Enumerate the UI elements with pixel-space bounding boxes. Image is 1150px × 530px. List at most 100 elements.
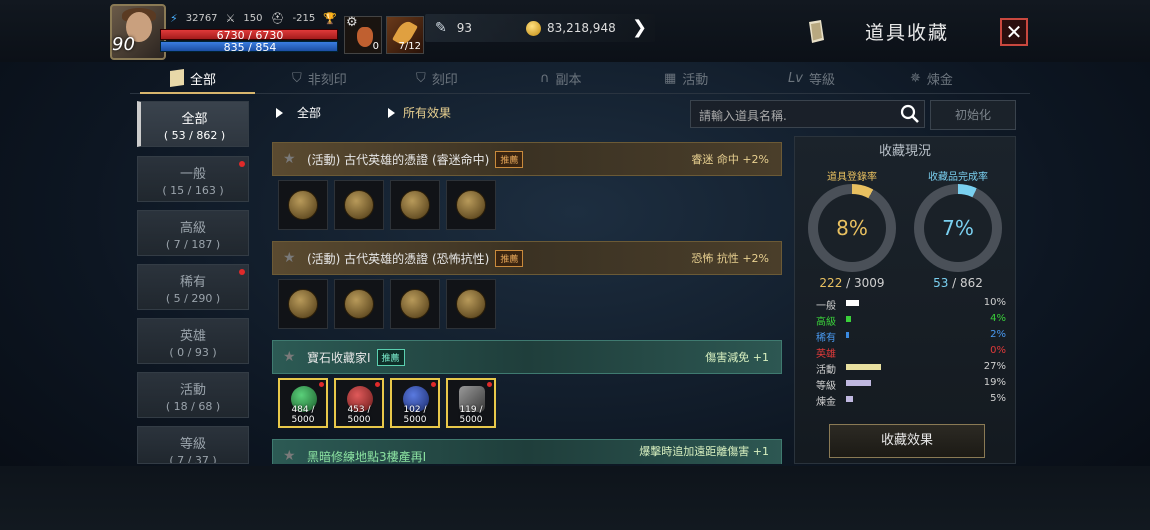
potion-slot[interactable]: ⚙ 0: [344, 15, 382, 54]
item-slot[interactable]: 484 / 5000: [278, 378, 328, 428]
coin-icon: [400, 190, 430, 220]
item-slot[interactable]: [446, 279, 496, 329]
shield-icon: ⛉: [292, 70, 302, 86]
collection-name: 黑暗修練地點3樓產再I: [307, 449, 427, 464]
play-icon: [276, 107, 283, 118]
item-slot[interactable]: [390, 279, 440, 329]
tab-event[interactable]: ▦ 活動: [664, 62, 708, 94]
tab-label: 等級: [808, 72, 835, 88]
item-slot[interactable]: [278, 180, 328, 230]
category-rare[interactable]: 稀有 ( 5 / 290 ): [137, 264, 249, 310]
reset-button[interactable]: 初始化: [930, 100, 1016, 130]
category-level[interactable]: 等級 ( 7 / 37 ): [137, 426, 249, 464]
notification-dot: [375, 382, 380, 387]
item-slot[interactable]: 102 / 5000: [390, 378, 440, 428]
collection-list[interactable]: ★ (活動) 古代英雄的憑證 (睿迷命中) 推薦 睿迷 命中 +2% ★ (活動…: [266, 136, 786, 464]
collection-effect: 爆擊時追加遠距離傷害 +1: [639, 445, 769, 458]
collection-row-header[interactable]: ★ (活動) 古代英雄的憑證 (睿迷命中) 推薦 睿迷 命中 +2%: [272, 142, 782, 176]
tab-all[interactable]: 全部: [170, 62, 216, 94]
category-name: 一般: [179, 167, 206, 182]
notification-dot: [239, 161, 245, 167]
grade-name: 一般: [816, 301, 836, 312]
item-slot[interactable]: [334, 180, 384, 230]
grade-name: 稀有: [816, 333, 836, 344]
collection-row-header[interactable]: ★ 黑暗修練地點3樓產再I 爆擊時追加遠距離傷害 +1: [272, 439, 782, 464]
category-hero[interactable]: 英雄 ( 0 / 93 ): [137, 318, 249, 364]
star-icon[interactable]: ★: [283, 250, 299, 266]
search-input[interactable]: 請輸入道具名稱.: [690, 100, 925, 128]
coin-icon: [456, 289, 486, 319]
category-name: 稀有: [179, 275, 206, 290]
registration-rate-label: 道具登錄率: [827, 172, 877, 183]
tab-non-engraved[interactable]: ⛉ 非刻印: [292, 62, 347, 94]
notification-dot: [487, 382, 492, 387]
completion-count: 53: [933, 276, 949, 290]
category-event[interactable]: 活動 ( 18 / 68 ): [137, 372, 249, 418]
coin-icon: [288, 190, 318, 220]
coin-icon: [344, 190, 374, 220]
collection-row-header[interactable]: ★ (活動) 古代英雄的憑證 (恐怖抗性) 推薦 恐怖 抗性 +2%: [272, 241, 782, 275]
bottom-bar: [0, 466, 1150, 530]
item-count: 119 / 5000: [459, 405, 483, 425]
grade-bar: [846, 316, 852, 322]
category-all[interactable]: 全部 ( 53 / 862 ): [137, 101, 249, 147]
gear-icon: ⚙: [346, 15, 358, 30]
item-count: 453 / 5000: [347, 405, 371, 425]
search-icon[interactable]: [900, 104, 920, 124]
tab-label: 全部: [190, 72, 217, 88]
category-normal[interactable]: 一般 ( 15 / 163 ): [137, 156, 249, 202]
item-slot[interactable]: 119 / 5000: [446, 378, 496, 428]
mp-bar: 835 / 854: [160, 41, 338, 53]
hp-bar: 6730 / 6730: [160, 29, 338, 41]
close-button[interactable]: ✕: [1000, 18, 1028, 46]
effect-filter[interactable]: 所有效果: [388, 104, 451, 121]
completion-total: / 862: [952, 276, 983, 290]
completion-ring: 7%: [914, 184, 1002, 272]
grade-percent: 10%: [983, 297, 1006, 308]
notification-dot: [431, 382, 436, 387]
item-slot[interactable]: [278, 279, 328, 329]
grade-percent: 4%: [990, 313, 1006, 324]
coin-icon: [288, 289, 318, 319]
star-icon[interactable]: ★: [283, 448, 299, 464]
sword-icon: ⚔: [225, 12, 236, 25]
grade-bar: [846, 396, 853, 402]
tab-level[interactable]: Lv 等級: [788, 62, 835, 94]
category-name: 全部: [181, 112, 208, 127]
star-icon[interactable]: ★: [283, 151, 299, 167]
feather-resource: ✎ 93: [435, 14, 472, 42]
level-icon: Lv: [788, 70, 803, 86]
gift-icon: ▦: [664, 70, 677, 86]
potion-icon: [357, 27, 373, 47]
collection-name: (活動) 古代英雄的憑證 (恐怖抗性): [307, 251, 490, 266]
item-slot[interactable]: 453 / 5000: [334, 378, 384, 428]
category-advanced[interactable]: 高級 ( 7 / 187 ): [137, 210, 249, 256]
stat-line: ⚡32767 ⚔150 ⛑-215 🏆-: [170, 12, 349, 25]
item-slot[interactable]: [390, 180, 440, 230]
collection-effect-button[interactable]: 收藏效果: [829, 424, 985, 458]
tab-alchemy[interactable]: ✵ 煉金: [910, 62, 953, 94]
grade-name: 煉金: [816, 397, 836, 408]
grade-row: 稀有 2%: [816, 329, 1006, 344]
tab-dungeon[interactable]: ∩ 副本: [540, 62, 582, 94]
grade-name: 等級: [816, 381, 836, 392]
filter-label: 所有效果: [403, 106, 452, 120]
item-slot[interactable]: [334, 279, 384, 329]
registration-fraction: 222 / 3009: [802, 276, 902, 290]
gate-icon: ∩: [540, 70, 550, 86]
book-icon: [170, 69, 184, 87]
category-count: ( 7 / 187 ): [165, 238, 221, 251]
recommend-badge: 推薦: [495, 249, 524, 267]
book-icon: [806, 20, 826, 44]
chevron-right-icon[interactable]: ❯: [632, 17, 647, 38]
tab-engraved[interactable]: ⛉ 刻印: [416, 62, 458, 94]
item-slot[interactable]: [446, 180, 496, 230]
collection-row-header[interactable]: ★ 寶石收藏家I 推薦 傷害減免 +1: [272, 340, 782, 374]
grade-row: 高級 4%: [816, 313, 1006, 328]
collection-effect: 睿迷 命中 +2%: [691, 153, 769, 166]
item-slot[interactable]: 7/12: [386, 16, 424, 54]
star-icon[interactable]: ★: [283, 349, 299, 365]
potion-count: 0: [372, 41, 379, 52]
category-filter[interactable]: 全部: [276, 104, 321, 121]
registration-count: 222: [819, 276, 843, 290]
